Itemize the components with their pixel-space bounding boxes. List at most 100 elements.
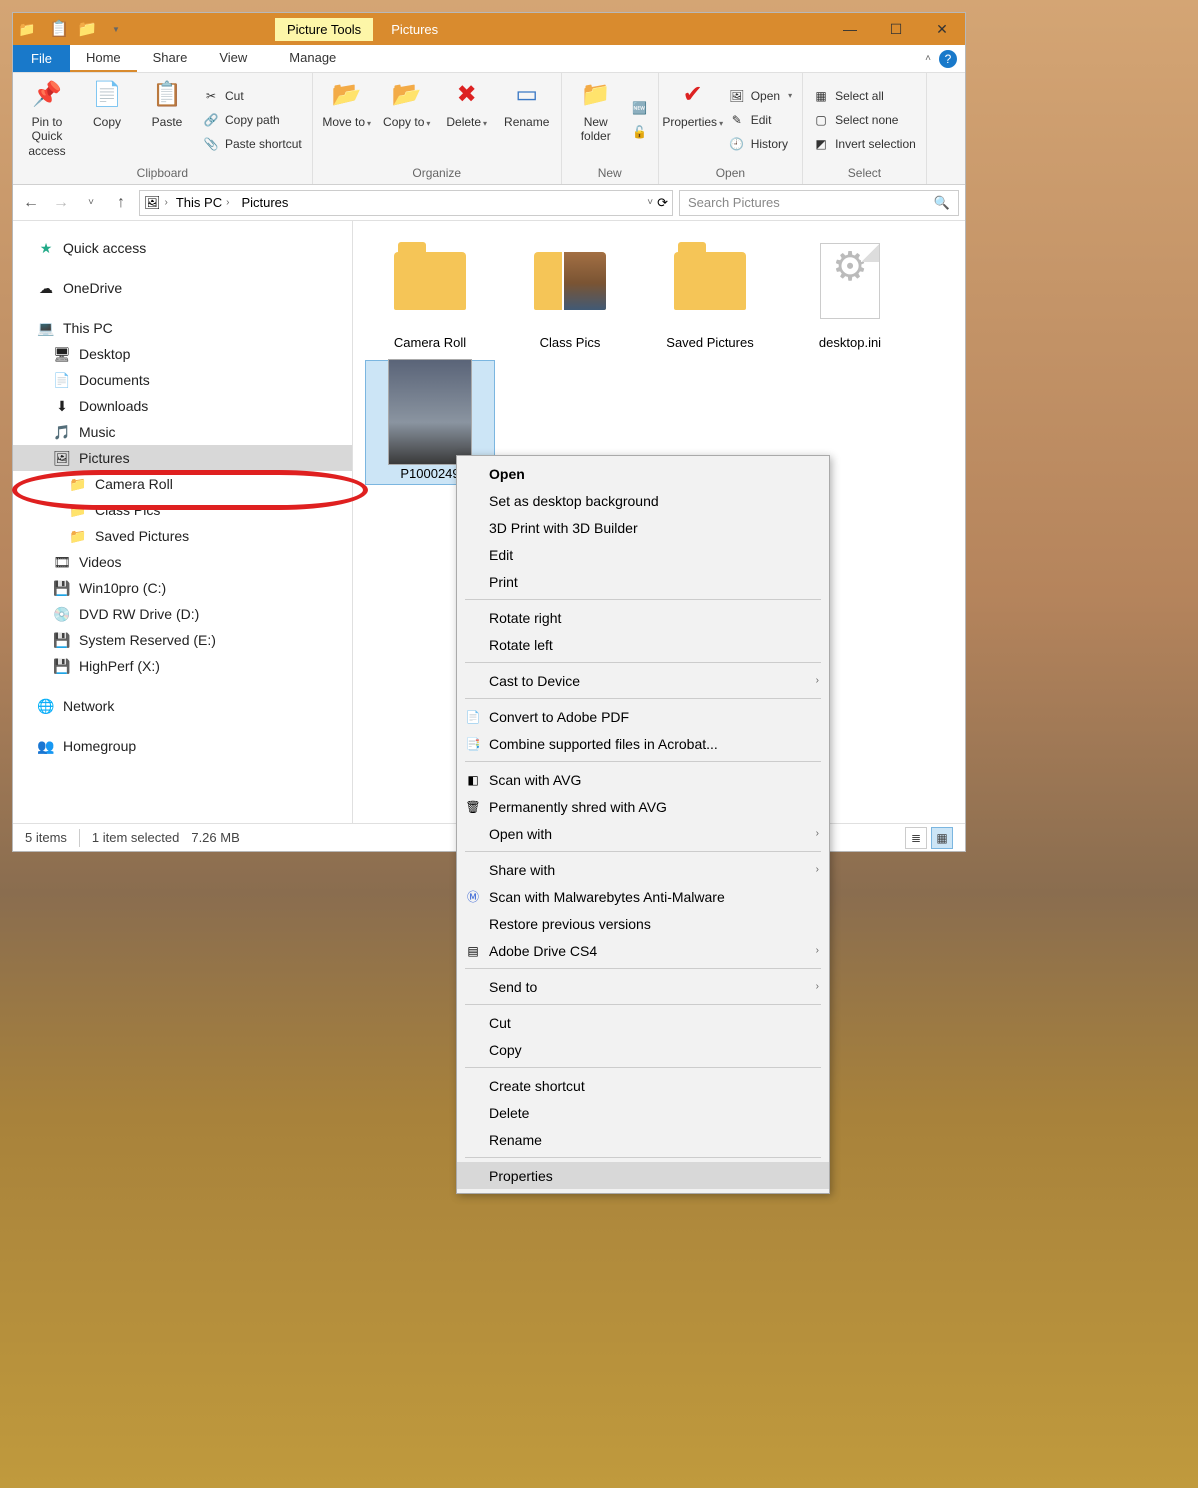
ctx-sendto[interactable]: Send to› xyxy=(457,973,829,1000)
sidebar-item-highperf[interactable]: 💾HighPerf (X:) xyxy=(13,653,352,679)
copy-button[interactable]: 📄Copy xyxy=(79,75,135,133)
invertselection-button[interactable]: ◩Invert selection xyxy=(809,134,920,154)
ctx-delete[interactable]: Delete xyxy=(457,1099,829,1126)
maximize-button[interactable]: ☐ xyxy=(873,13,919,45)
ctx-malware[interactable]: ⓂScan with Malwarebytes Anti-Malware xyxy=(457,883,829,910)
moveto-button[interactable]: 📂Move to▾ xyxy=(319,75,375,133)
ctx-rename[interactable]: Rename xyxy=(457,1126,829,1153)
delete-button[interactable]: ✖Delete▾ xyxy=(439,75,495,133)
ctx-sep xyxy=(465,761,821,762)
item-savedpics[interactable]: Saved Pictures xyxy=(645,233,775,350)
newfolder-button[interactable]: 📁New folder xyxy=(568,75,624,148)
qat-dropdown-icon[interactable]: ▼ xyxy=(103,17,127,41)
copyto-button[interactable]: 📂Copy to▾ xyxy=(379,75,435,133)
ctx-openwith[interactable]: Open with› xyxy=(457,820,829,847)
minimize-button[interactable]: — xyxy=(827,13,873,45)
view-thumbnails-button[interactable]: ▦ xyxy=(931,827,953,849)
ctx-adobecs4[interactable]: ▤Adobe Drive CS4› xyxy=(457,937,829,964)
sidebar-item-thispc[interactable]: 💻This PC xyxy=(13,315,352,341)
selectnone-button[interactable]: ▢Select none xyxy=(809,110,920,130)
ctx-cut[interactable]: Cut xyxy=(457,1009,829,1036)
item-desktopini[interactable]: ⚙desktop.ini xyxy=(785,233,915,350)
selectnone-label: Select none xyxy=(835,113,898,127)
addr-seg-pictures[interactable]: Pictures xyxy=(237,195,292,210)
back-button[interactable]: ← xyxy=(19,191,43,215)
ctx-edit[interactable]: Edit xyxy=(457,541,829,568)
sidebar-item-win10[interactable]: 💾Win10pro (C:) xyxy=(13,575,352,601)
item-cameraroll[interactable]: Camera Roll xyxy=(365,233,495,350)
search-box[interactable]: Search Pictures 🔍 xyxy=(679,190,959,216)
address-bar[interactable]: 🖼 › This PC › Pictures ˅ ⟳ xyxy=(139,190,673,216)
pasteshortcut-button[interactable]: 📎Paste shortcut xyxy=(199,134,306,154)
ctx-combine[interactable]: 📑Combine supported files in Acrobat... xyxy=(457,730,829,757)
tab-share[interactable]: Share xyxy=(137,45,204,72)
moveto-icon: 📂 xyxy=(331,79,363,111)
forward-button[interactable]: → xyxy=(49,191,73,215)
ctx-sharewith[interactable]: Share with› xyxy=(457,856,829,883)
cut-button[interactable]: ✂Cut xyxy=(199,86,306,106)
sidebar-item-desktop[interactable]: 🖥Desktop xyxy=(13,341,352,367)
sidebar-item-dvd[interactable]: 💿DVD RW Drive (D:) xyxy=(13,601,352,627)
sidebar-item-homegroup[interactable]: 👥Homegroup xyxy=(13,733,352,759)
sidebar-item-pictures[interactable]: 🖼Pictures xyxy=(13,445,352,471)
pin-button[interactable]: 📌Pin to Quick access xyxy=(19,75,75,162)
ctx-3dprint[interactable]: 3D Print with 3D Builder xyxy=(457,514,829,541)
history-button[interactable]: 🕘History xyxy=(725,134,796,154)
tab-manage[interactable]: Manage xyxy=(273,45,352,72)
ctx-rotr[interactable]: Rotate right xyxy=(457,604,829,631)
close-button[interactable]: ✕ xyxy=(919,13,965,45)
copypath-button[interactable]: 🔗Copy path xyxy=(199,110,306,130)
ctx-print[interactable]: Print xyxy=(457,568,829,595)
app-icon[interactable]: 📁 xyxy=(17,19,37,39)
paste-button[interactable]: 📋Paste xyxy=(139,75,195,133)
sidebar-item-onedrive[interactable]: ☁OneDrive xyxy=(13,275,352,301)
addr-seg-pc[interactable]: This PC › xyxy=(172,195,234,210)
sidebar-item-downloads[interactable]: ⬇Downloads xyxy=(13,393,352,419)
recent-dropdown[interactable]: ˅ xyxy=(79,191,103,215)
ctx-copy[interactable]: Copy xyxy=(457,1036,829,1063)
ctx-open[interactable]: Open xyxy=(457,460,829,487)
folder-icon: 📁 xyxy=(69,475,87,493)
ctx-scanavg[interactable]: ◧Scan with AVG xyxy=(457,766,829,793)
up-button[interactable]: ↑ xyxy=(109,191,133,215)
sidebar-item-videos[interactable]: 🎞Videos xyxy=(13,549,352,575)
selectall-button[interactable]: ▦Select all xyxy=(809,86,920,106)
sidebar-item-sysres[interactable]: 💾System Reserved (E:) xyxy=(13,627,352,653)
ctx-setbg[interactable]: Set as desktop background xyxy=(457,487,829,514)
collapse-ribbon-icon[interactable]: ˄ xyxy=(925,53,931,64)
sidebar-item-quickaccess[interactable]: ★Quick access xyxy=(13,235,352,261)
contextual-tab[interactable]: Picture Tools xyxy=(275,18,373,41)
addr-chevron[interactable]: › xyxy=(165,197,168,208)
tab-view[interactable]: View xyxy=(203,45,263,72)
item-classpics[interactable]: Class Pics xyxy=(505,233,635,350)
qat-properties-icon[interactable]: 📋 xyxy=(47,17,71,41)
ctx-rotl[interactable]: Rotate left xyxy=(457,631,829,658)
sidebar-item-classpics[interactable]: 📁Class Pics xyxy=(13,497,352,523)
ctx-convpdf[interactable]: 📄Convert to Adobe PDF xyxy=(457,703,829,730)
ctx-createsc[interactable]: Create shortcut xyxy=(457,1072,829,1099)
open-button[interactable]: 🖼Open▾ xyxy=(725,86,796,106)
addr-dropdown-icon[interactable]: ˅ xyxy=(647,197,653,208)
tab-file[interactable]: File xyxy=(13,45,70,72)
view-details-button[interactable]: ≣ xyxy=(905,827,927,849)
ctx-cast[interactable]: Cast to Device› xyxy=(457,667,829,694)
sidebar-item-music[interactable]: 🎵Music xyxy=(13,419,352,445)
ctx-shredavg[interactable]: 🗑Permanently shred with AVG xyxy=(457,793,829,820)
sidebar-item-network[interactable]: 🌐Network xyxy=(13,693,352,719)
ctx-properties[interactable]: Properties xyxy=(457,1162,829,1189)
properties-button[interactable]: ✔Properties▾ xyxy=(665,75,721,133)
rename-button[interactable]: ▭Rename xyxy=(499,75,555,133)
newitem-button[interactable]: 🆕 xyxy=(628,98,652,118)
refresh-button[interactable]: ⟳ xyxy=(657,195,668,211)
tab-home[interactable]: Home xyxy=(70,45,137,72)
sidebar-item-savedpics[interactable]: 📁Saved Pictures xyxy=(13,523,352,549)
qat-newfolder-icon[interactable]: 📁 xyxy=(75,17,99,41)
easyaccess-button[interactable]: 🔓 xyxy=(628,122,652,142)
sidebar-item-documents[interactable]: 📄Documents xyxy=(13,367,352,393)
help-button[interactable]: ? xyxy=(939,50,957,68)
ctx-restore[interactable]: Restore previous versions xyxy=(457,910,829,937)
sidebar-item-cameraroll[interactable]: 📁Camera Roll xyxy=(13,471,352,497)
tab-right: ˄ ? xyxy=(925,45,965,72)
edit-button[interactable]: ✎Edit xyxy=(725,110,796,130)
item-label: Saved Pictures xyxy=(666,335,753,350)
